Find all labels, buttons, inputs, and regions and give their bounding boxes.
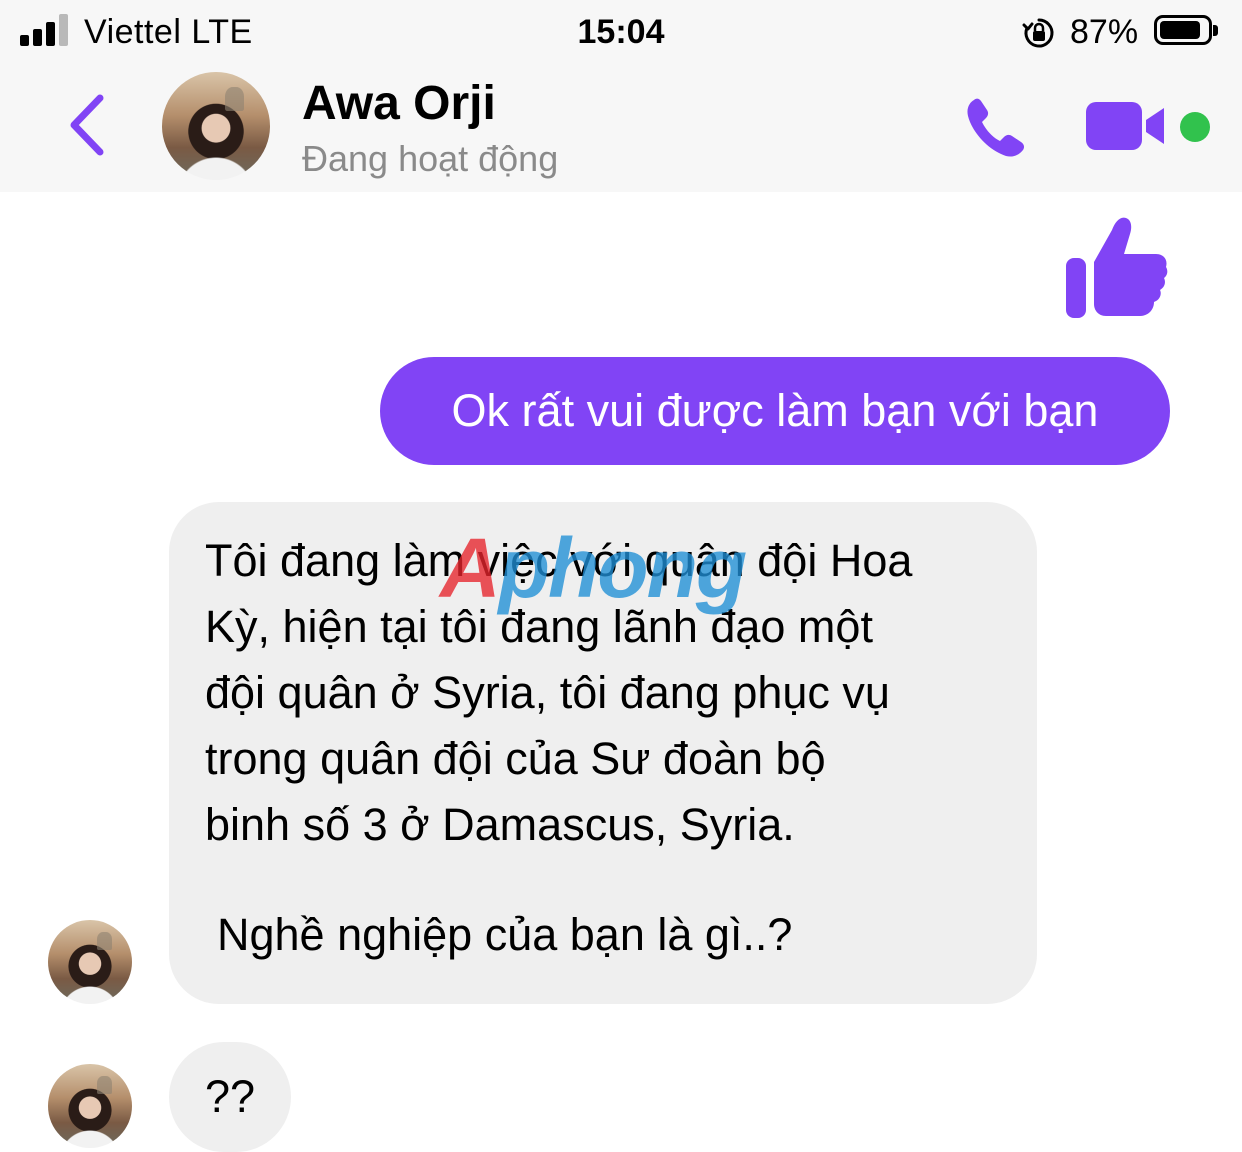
- contact-name[interactable]: Awa Orji: [302, 76, 496, 132]
- video-camera-icon[interactable]: [1084, 98, 1168, 154]
- contact-avatar[interactable]: [162, 72, 270, 180]
- contact-status: Đang hoạt động: [302, 138, 559, 179]
- online-status-indicator: [1180, 112, 1210, 142]
- message-line: binh số 3 ở Damascus, Syria.: [205, 799, 795, 850]
- message-line: trong quân đội của Sư đoàn bộ: [205, 733, 826, 784]
- status-bar: Viettel LTE 15:04 87%: [0, 0, 1242, 62]
- sender-avatar[interactable]: [48, 920, 132, 1004]
- thumbs-up-icon: [1066, 217, 1168, 318]
- watermark-part-2: phong: [498, 521, 748, 615]
- back-button[interactable]: [62, 90, 114, 160]
- message-question: Nghề nghiệp của bạn là gì..?: [217, 909, 793, 960]
- watermark-part-1: A: [440, 521, 501, 615]
- message-line: đội quân ở Syria, tôi đang phục vụ: [205, 667, 890, 718]
- incoming-message-short[interactable]: ??: [169, 1042, 291, 1152]
- watermark-logo: Aphong: [440, 520, 820, 616]
- phone-icon[interactable]: [960, 92, 1032, 164]
- sender-avatar[interactable]: [48, 1064, 132, 1148]
- battery-percent: 87%: [1070, 13, 1139, 51]
- conversation-header: Awa Orji Đang hoạt động: [0, 62, 1242, 192]
- battery-icon: [1154, 15, 1218, 45]
- outgoing-message[interactable]: Ok rất vui được làm bạn với bạn: [380, 357, 1170, 465]
- orientation-lock-icon: [1022, 18, 1054, 48]
